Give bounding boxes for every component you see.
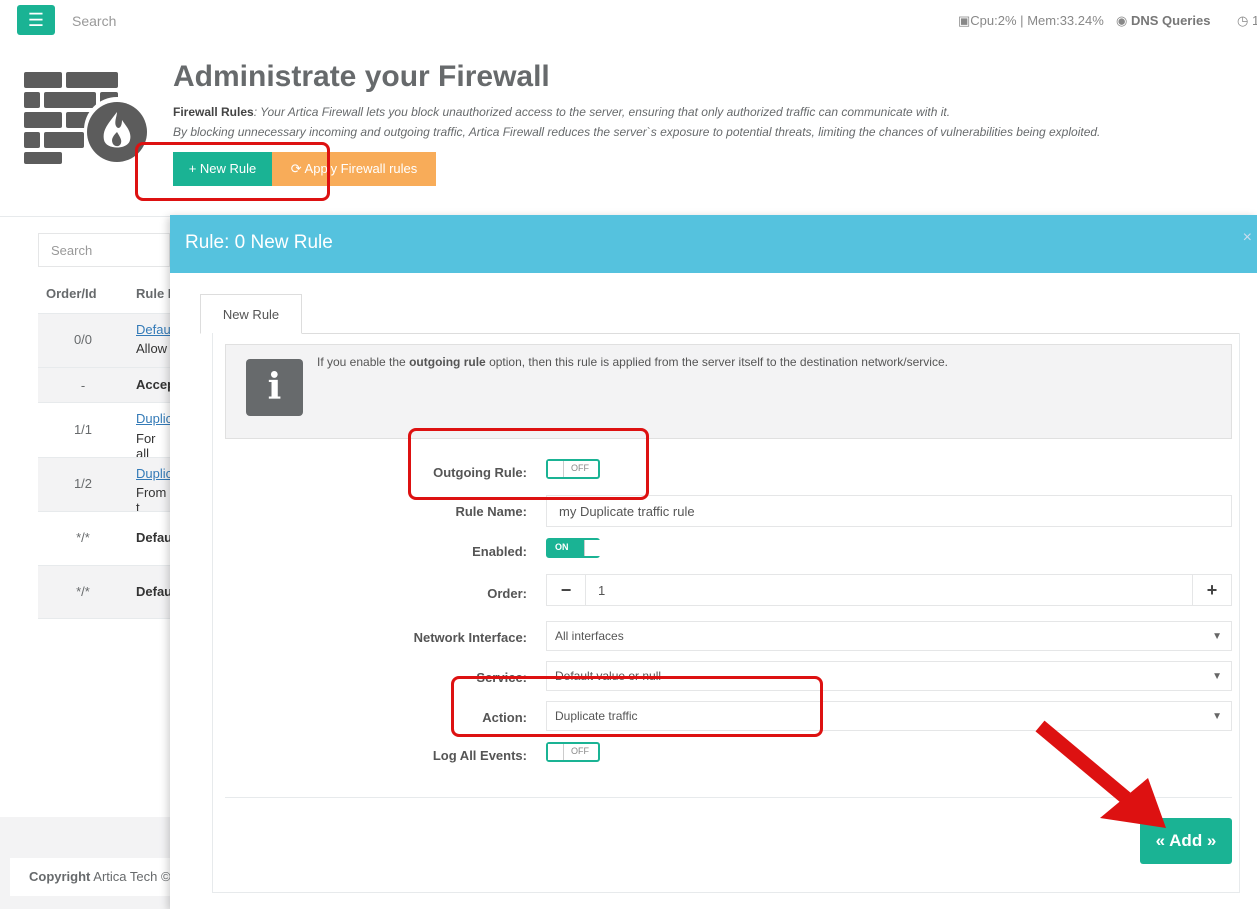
column-header-order: Order/Id (46, 286, 97, 301)
modal-title: Rule: 0 New Rule (185, 232, 333, 253)
hamburger-menu-button[interactable]: ☰ (17, 5, 55, 35)
table-row[interactable]: 0/0 Defau Allow (38, 313, 171, 367)
table-row[interactable]: - Accep (38, 367, 175, 402)
eye-icon: ◉ (1116, 13, 1128, 28)
order-label: Order: (487, 586, 527, 601)
row-id: */* (76, 530, 90, 545)
firewall-logo-icon (24, 72, 150, 164)
table-row[interactable]: 1/1 Duplic For all (38, 402, 172, 461)
copyright-bold: Copyright (29, 869, 91, 884)
chevron-down-icon: ▼ (1212, 711, 1222, 722)
annotation-arrow-icon (1035, 720, 1166, 828)
table-row[interactable]: */* Defau (38, 511, 173, 565)
cpu-chip-icon: ▣ (958, 13, 971, 28)
row-name-link[interactable]: Defau (136, 322, 171, 337)
log-all-events-label: Log All Events: (432, 748, 527, 763)
log-all-events-toggle[interactable]: OFF (546, 742, 600, 762)
chevron-down-icon: ▼ (1212, 631, 1222, 642)
network-interface-value: All interfaces (555, 629, 624, 643)
header-divider (0, 216, 170, 217)
annotation-box-outgoing-rule (408, 428, 649, 500)
mem-stat: Mem:33.24% (1027, 13, 1104, 28)
chevron-down-icon: ▼ (1212, 671, 1222, 682)
row-name-link[interactable]: Duplic (136, 411, 172, 426)
order-increment-button[interactable]: + (1192, 574, 1232, 606)
stat-separator: | (1020, 13, 1024, 28)
row-description: Allow (136, 341, 168, 356)
tab-new-rule[interactable]: New Rule (200, 294, 302, 334)
table-row[interactable]: 1/2 Duplic From t (38, 457, 172, 515)
clock-icon: ◷ (1237, 13, 1249, 28)
dns-queries-link[interactable]: ◉ DNS Queries (1116, 13, 1210, 29)
system-stats: ▣Cpu:2% | Mem:33.24% (958, 13, 1104, 29)
info-text: If you enable the outgoing rule option, … (317, 355, 948, 369)
info-prefix: If you enable the (317, 355, 410, 369)
row-id: 1/2 (73, 476, 93, 491)
hamburger-icon: ☰ (27, 10, 45, 30)
top-search-input[interactable]: Search (72, 13, 116, 29)
rules-search-input[interactable]: Search (38, 233, 170, 267)
page-title: Administrate your Firewall (173, 60, 550, 93)
row-id: 0/0 (73, 332, 93, 347)
cpu-stat: Cpu:2% (970, 13, 1017, 28)
enabled-label: Enabled: (472, 544, 527, 559)
close-icon[interactable]: × (1243, 229, 1252, 247)
network-interface-select[interactable]: All interfaces ▼ (546, 621, 1232, 651)
row-name-link[interactable]: Duplic (136, 466, 172, 481)
order-input[interactable]: 1 (585, 574, 1193, 606)
row-description: Defau (136, 530, 173, 545)
firewall-description-line2: By blocking unnecessary incoming and out… (173, 125, 1101, 139)
row-description: Defau (136, 584, 173, 599)
clock-link[interactable]: ◷ 1 (1237, 13, 1257, 29)
info-icon: i (246, 359, 303, 416)
annotation-box-new-rule (135, 142, 330, 201)
clock-text: 1 (1251, 13, 1257, 28)
row-id: - (80, 378, 86, 393)
row-id: */* (76, 584, 90, 599)
copyright: Copyright Artica Tech © (10, 858, 172, 896)
row-id: 1/1 (73, 422, 93, 437)
description-label: Firewall Rules (173, 105, 254, 119)
table-row[interactable]: */* Defau (38, 565, 173, 619)
firewall-description-line1: Firewall Rules: Your Artica Firewall let… (173, 105, 950, 119)
info-box: i If you enable the outgoing rule option… (225, 344, 1232, 439)
copyright-text: Artica Tech © (90, 869, 171, 884)
annotation-box-action (451, 676, 823, 737)
network-interface-label: Network Interface: (413, 630, 527, 645)
rule-name-label: Rule Name: (455, 504, 527, 519)
order-decrement-button[interactable]: − (546, 574, 586, 606)
enabled-toggle[interactable]: ON (546, 538, 600, 558)
info-suffix: option, then this rule is applied from t… (485, 355, 948, 369)
description-text: : Your Artica Firewall lets you block un… (253, 105, 951, 119)
dns-queries-label: DNS Queries (1130, 13, 1211, 28)
log-all-events-state: OFF (571, 746, 589, 756)
rule-name-input[interactable]: my Duplicate traffic rule (546, 495, 1232, 527)
info-bold: outgoing rule (409, 355, 486, 369)
enabled-state: ON (555, 542, 569, 552)
modal-header: Rule: 0 New Rule (170, 215, 1257, 273)
